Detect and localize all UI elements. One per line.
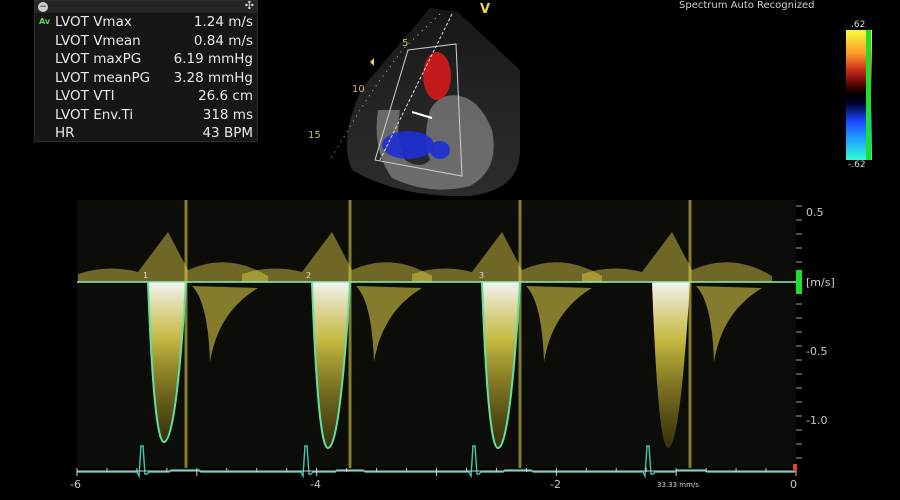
focus-marker <box>370 58 374 66</box>
measurement-tag: Av <box>39 17 51 26</box>
measurement-value: 3.28 mmHg <box>173 69 253 86</box>
color-scale-indicator <box>866 30 871 160</box>
measurement-row-meanpg: LVOT meanPG 3.28 mmHg <box>55 69 253 87</box>
measurement-label: LVOT Vmean <box>55 32 141 49</box>
y-tick-label: -1.0 <box>806 414 828 427</box>
collapse-icon[interactable]: − <box>38 2 48 12</box>
measurement-panel-header: − ✣ <box>35 0 257 13</box>
measurement-value: 0.84 m/s <box>193 32 253 49</box>
measurement-row-hr: HR 43 BPM <box>55 124 253 142</box>
measurement-row-vmax: LVOT Vmax 1.24 m/s <box>55 13 253 31</box>
measurement-row-maxpg: LVOT maxPG 6.19 mmHg <box>55 50 253 68</box>
sweep-speed-label: 33.33 mm/s <box>657 481 699 489</box>
beat-label: 1 <box>143 271 149 280</box>
ecg-end-marker <box>793 464 797 471</box>
depth-label-10: 10 <box>352 84 365 95</box>
color-scale-top-label: .62 <box>851 20 866 30</box>
measurement-label: LVOT maxPG <box>55 51 142 67</box>
measurement-label: LVOT Vmax <box>55 14 132 30</box>
color-scale-bottom-label: -.62 <box>848 160 866 170</box>
color-flow-blue-2 <box>430 141 450 159</box>
measurement-value: 26.6 cm <box>198 88 253 104</box>
measurement-value: 6.19 mmHg <box>173 51 253 67</box>
measurement-label: HR <box>55 125 75 141</box>
y-ticks <box>796 205 802 459</box>
y-tick-label: -0.5 <box>806 345 828 358</box>
x-tick-label: -4 <box>310 478 321 491</box>
y-tick-label: 0.5 <box>806 206 824 219</box>
color-flow-blue <box>382 131 434 159</box>
sector-image <box>329 8 520 197</box>
beat-label: 2 <box>306 271 312 280</box>
color-flow-red <box>423 52 451 100</box>
measurement-row-envti: LVOT Env.Ti 318 ms <box>55 106 253 124</box>
measurement-label: LVOT Env.Ti <box>55 106 134 123</box>
beat-label: 3 <box>479 271 485 280</box>
baseline-marker[interactable] <box>796 270 802 294</box>
measurement-value: 318 ms <box>202 106 253 123</box>
x-tick-label: 0 <box>790 478 797 491</box>
measurement-row-vti: LVOT VTI 26.6 cm <box>55 87 253 105</box>
x-tick-label: -2 <box>550 478 561 491</box>
move-icon[interactable]: ✣ <box>245 0 254 12</box>
doppler-spectrum <box>76 200 802 479</box>
depth-label-15: 15 <box>308 130 321 141</box>
measurement-value: 1.24 m/s <box>193 14 253 30</box>
measurement-row-vmean: LVOT Vmean 0.84 m/s <box>55 32 253 50</box>
measurement-panel: − ✣ Av LVOT Vmax 1.24 m/s LVOT Vmean 0.8… <box>34 0 258 142</box>
x-tick-label: -6 <box>70 478 81 491</box>
velocity-unit-label: [m/s] <box>806 276 835 289</box>
measurement-value: 43 BPM <box>202 125 253 141</box>
status-text: Spectrum Auto Recognized <box>679 0 815 11</box>
depth-label-5: 5 <box>402 38 409 49</box>
x-ticks <box>76 468 797 476</box>
measurement-label: LVOT VTI <box>55 88 115 104</box>
measurement-label: LVOT meanPG <box>55 69 151 86</box>
image-orientation-marker: V <box>480 2 491 17</box>
